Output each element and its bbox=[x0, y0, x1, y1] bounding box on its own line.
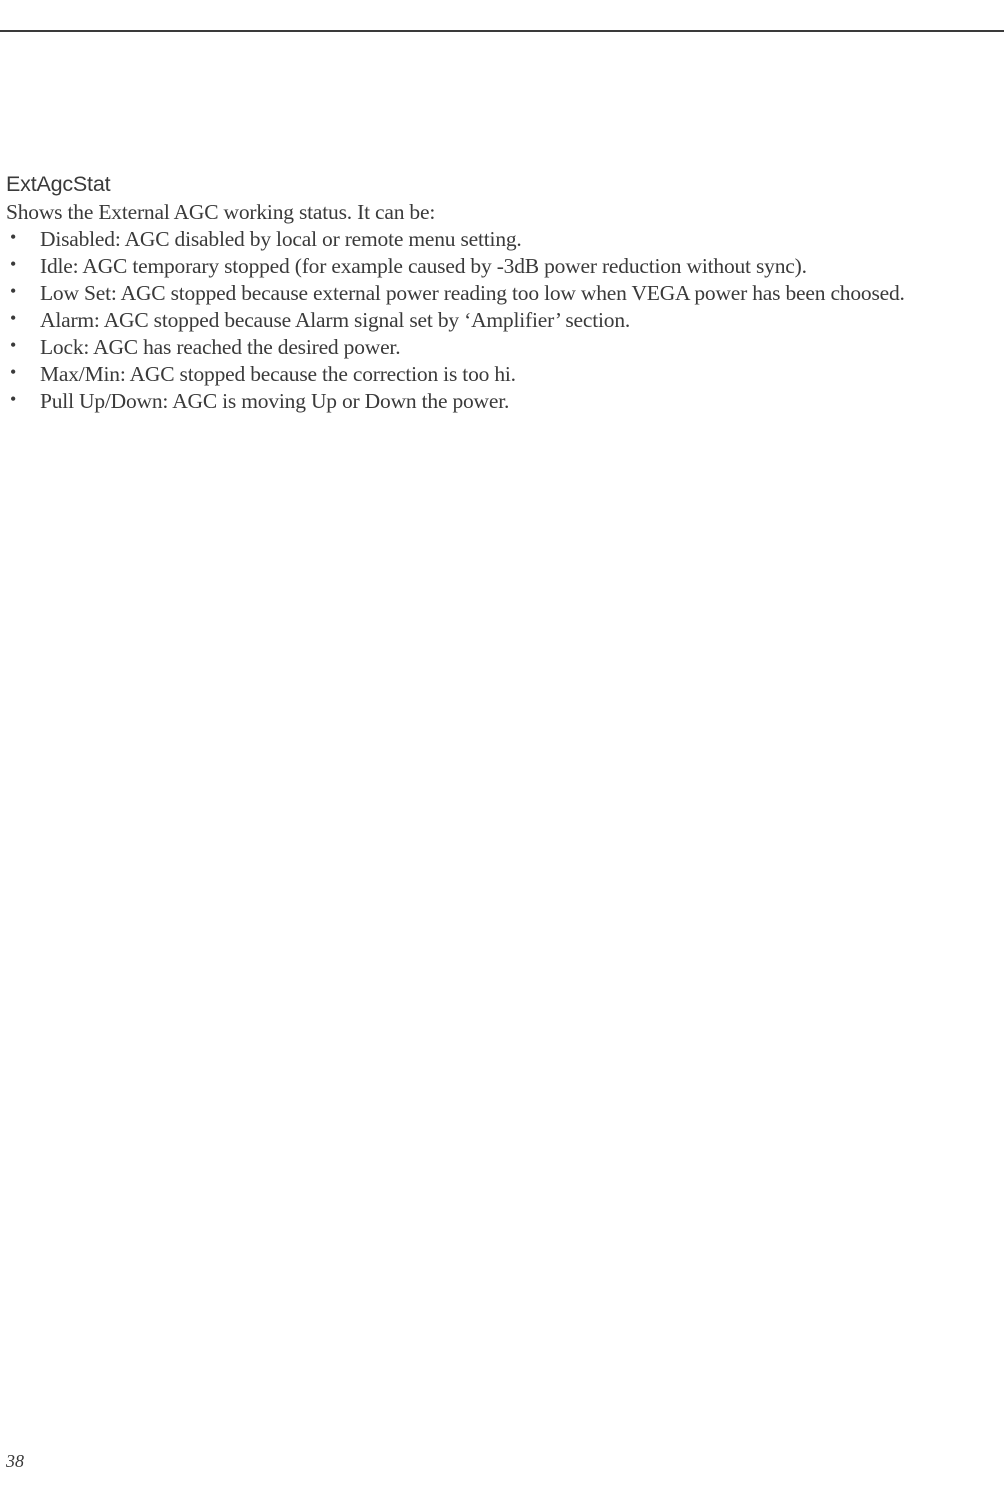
list-item: Max/Min: AGC stopped because the correct… bbox=[6, 361, 998, 388]
content-block: ExtAgcStat Shows the External AGC workin… bbox=[6, 172, 998, 415]
bullet-list: Disabled: AGC disabled by local or remot… bbox=[6, 226, 998, 416]
list-item: Pull Up/Down: AGC is moving Up or Down t… bbox=[6, 388, 998, 415]
list-item: Lock: AGC has reached the desired power. bbox=[6, 334, 998, 361]
section-intro: Shows the External AGC working status. I… bbox=[6, 199, 998, 226]
list-item: Disabled: AGC disabled by local or remot… bbox=[6, 226, 998, 253]
list-item: Low Set: AGC stopped because external po… bbox=[6, 280, 998, 307]
section-title: ExtAgcStat bbox=[6, 172, 998, 197]
horizontal-rule bbox=[0, 30, 1004, 32]
list-item: Alarm: AGC stopped because Alarm signal … bbox=[6, 307, 998, 334]
list-item: Idle: AGC temporary stopped (for example… bbox=[6, 253, 998, 280]
page-number: 38 bbox=[6, 1451, 24, 1472]
